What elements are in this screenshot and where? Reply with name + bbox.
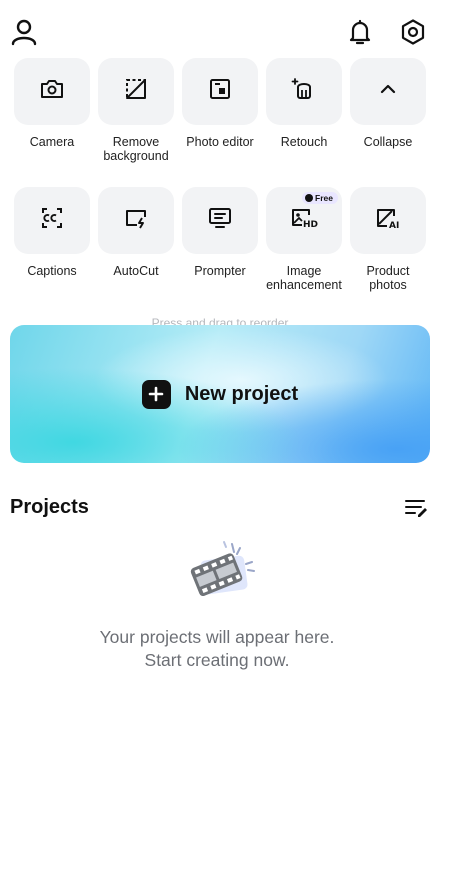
tool-label: Remove background	[103, 135, 169, 163]
tool-camera[interactable]: Camera	[14, 58, 90, 149]
settings-button[interactable]	[397, 18, 429, 50]
image-hd-icon: HD	[289, 205, 319, 236]
plus-icon	[141, 379, 171, 409]
tool-photo-editor[interactable]: Photo editor	[182, 58, 258, 149]
new-project-label: New project	[184, 382, 299, 405]
prompter-icon	[207, 205, 233, 236]
chevron-up-icon	[377, 78, 399, 105]
tool-prompter[interactable]: Prompter	[182, 187, 258, 278]
svg-text:HD: HD	[303, 220, 318, 230]
tool-label: Retouch	[280, 135, 328, 149]
captions-icon	[39, 205, 65, 236]
product-ai-icon: AI	[374, 205, 402, 236]
hexagon-gear-icon	[399, 18, 427, 51]
sort-button[interactable]	[400, 493, 432, 525]
svg-text:AI: AI	[389, 221, 399, 231]
notifications-button[interactable]	[344, 18, 376, 50]
sort-edit-icon	[403, 494, 429, 525]
tool-image-enhancement[interactable]: Free HD Image enhancement	[266, 187, 342, 292]
tool-product-photos[interactable]: AI Product photos	[350, 187, 426, 292]
empty-state-line2: Start creating now.	[144, 650, 290, 670]
tool-remove-background[interactable]: Remove background	[98, 58, 174, 163]
tool-autocut[interactable]: AutoCut	[98, 187, 174, 278]
retouch-icon	[291, 76, 317, 107]
bell-icon	[346, 18, 374, 51]
tool-label: Collapse	[363, 135, 413, 149]
person-icon	[10, 18, 38, 51]
remove-background-icon	[123, 76, 149, 107]
empty-state-line1: Your projects will appear here.	[99, 627, 335, 647]
tool-label: AutoCut	[113, 264, 159, 278]
new-project-button[interactable]: New project	[10, 325, 430, 463]
tool-captions[interactable]: Captions	[14, 187, 90, 278]
profile-button[interactable]	[8, 18, 40, 50]
film-illustration-icon	[186, 538, 260, 606]
tool-label: Camera	[29, 135, 75, 149]
camera-icon	[39, 76, 65, 107]
tool-label: Image enhancement	[266, 264, 342, 292]
tool-label: Captions	[27, 264, 77, 278]
tool-label: Photo editor	[186, 135, 254, 149]
projects-title: Projects	[10, 496, 89, 518]
photo-editor-icon	[207, 76, 233, 107]
autocut-icon	[123, 205, 149, 236]
free-badge: Free	[302, 192, 338, 204]
tool-collapse[interactable]: Collapse	[350, 58, 426, 149]
tool-label: Product photos	[366, 264, 410, 292]
tool-retouch[interactable]: Retouch	[266, 58, 342, 149]
badge-dot-icon	[305, 194, 314, 202]
tool-label: Prompter	[194, 264, 246, 278]
